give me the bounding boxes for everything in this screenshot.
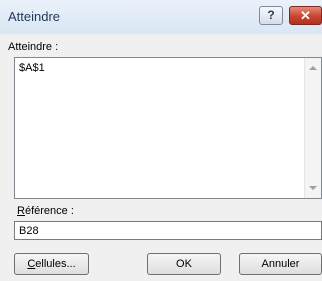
goto-list-label: Atteindre :	[8, 41, 59, 53]
ok-button[interactable]: OK	[147, 253, 221, 275]
vertical-scrollbar[interactable]	[304, 58, 321, 198]
reference-input[interactable]	[14, 221, 322, 240]
goto-dialog: Atteindre ? ✕ Atteindre : $A$1 Référence…	[0, 0, 322, 281]
cells-button-label: ellules...	[35, 258, 76, 270]
reference-label: Référence :	[17, 205, 74, 217]
dialog-title: Atteindre	[8, 9, 61, 24]
goto-listbox[interactable]: $A$1	[14, 57, 322, 199]
reference-label-text: éférence :	[24, 205, 74, 217]
close-button[interactable]: ✕	[289, 6, 322, 25]
scroll-up-arrow-icon[interactable]	[309, 66, 317, 70]
scroll-down-arrow-icon[interactable]	[309, 186, 317, 190]
help-button[interactable]: ?	[259, 6, 283, 25]
reference-label-mnemonic: R	[17, 205, 25, 217]
close-icon: ✕	[300, 8, 311, 23]
question-mark-icon: ?	[267, 8, 275, 22]
title-bar: Atteindre ? ✕	[0, 0, 322, 34]
cells-button[interactable]: Cellules...	[14, 253, 89, 275]
cancel-button[interactable]: Annuler	[239, 253, 322, 275]
list-item[interactable]: $A$1	[19, 62, 45, 74]
